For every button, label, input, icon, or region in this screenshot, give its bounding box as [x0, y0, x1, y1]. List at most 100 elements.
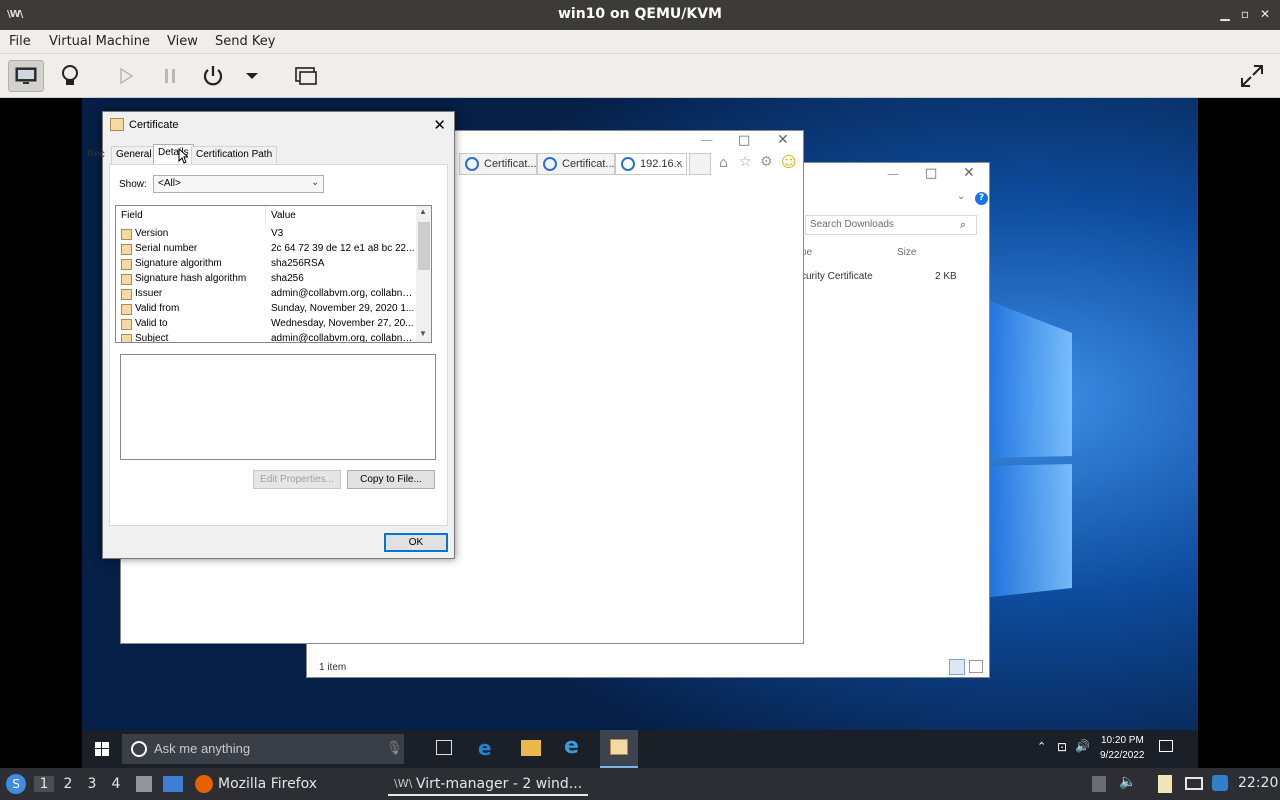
- certificate-dialog[interactable]: Certificate ✕ Rec General Details Certif…: [87, 111, 455, 559]
- clipboard-icon[interactable]: [1092, 776, 1106, 792]
- scroll-up-icon[interactable]: ▲: [419, 207, 427, 216]
- volume-icon[interactable]: 🔊: [1075, 739, 1090, 753]
- display-icon[interactable]: [1185, 777, 1203, 790]
- list-item[interactable]: Valid from Sunday, November 29, 2020 1...: [120, 302, 416, 317]
- scrollbar-thumb[interactable]: [418, 222, 430, 270]
- notes-icon[interactable]: [1158, 775, 1172, 793]
- large-icons-view-icon[interactable]: [969, 660, 983, 673]
- column-size[interactable]: Size: [897, 247, 916, 258]
- header-field[interactable]: Field: [121, 210, 143, 221]
- file-size-cell[interactable]: 2 KB: [935, 271, 957, 282]
- window-titlebar: \W\ win10 on QEMU/KVM ▁ ▫ ✕: [0, 0, 1280, 30]
- guest-date[interactable]: 9/22/2022: [1100, 750, 1145, 761]
- tray-chevron-icon[interactable]: ⌃: [1037, 740, 1046, 753]
- close-icon[interactable]: ✕: [1258, 6, 1272, 22]
- network-icon[interactable]: ⊡: [1057, 740, 1067, 754]
- action-center-icon[interactable]: [1159, 740, 1173, 752]
- explorer-maximize-icon[interactable]: □: [925, 166, 937, 181]
- cortana-icon: [131, 741, 147, 757]
- fullscreen-button[interactable]: [1234, 60, 1270, 92]
- list-item[interactable]: Issuer admin@collabvm.org, collabne...: [120, 287, 416, 302]
- host-clock[interactable]: 22:20: [1238, 775, 1278, 791]
- explorer-close-icon[interactable]: ✕: [963, 165, 975, 181]
- smiley-feedback-icon[interactable]: ☺: [781, 153, 797, 171]
- microphone-icon[interactable]: 🎙: [386, 740, 403, 756]
- favorites-star-icon[interactable]: ☆: [739, 154, 752, 170]
- taskbar-item-firefox[interactable]: Mozilla Firefox: [192, 772, 382, 796]
- ie-minimize-icon[interactable]: —: [701, 133, 713, 147]
- list-item[interactable]: Version V3: [120, 227, 416, 242]
- run-button[interactable]: [108, 60, 144, 92]
- fields-list[interactable]: Field Value Version V3 Serial number 2c 64…: [115, 205, 432, 343]
- network-tray-icon[interactable]: [1212, 775, 1228, 791]
- browser-tab[interactable]: Certificat...: [537, 153, 615, 175]
- virt-manager-icon: \W\: [394, 777, 413, 790]
- app-menu-icon[interactable]: S: [6, 774, 26, 794]
- ok-button[interactable]: OK: [384, 533, 448, 552]
- snapshot-button[interactable]: [288, 60, 324, 92]
- list-item[interactable]: Subject admin@collabvm.org, collabne...: [120, 332, 416, 342]
- volume-icon[interactable]: 🔈: [1119, 774, 1136, 790]
- list-item[interactable]: Serial number 2c 64 72 39 de 12 e1 a8 bc …: [120, 242, 416, 257]
- restore-icon[interactable]: ▫: [1238, 6, 1252, 22]
- edit-properties-button[interactable]: Edit Properties...: [253, 470, 341, 489]
- guest-time[interactable]: 10:20 PM: [1101, 735, 1144, 746]
- dialog-close-icon[interactable]: ✕: [433, 116, 446, 134]
- list-item[interactable]: Signature hash algorithm sha256: [120, 272, 416, 287]
- menu-file[interactable]: File: [9, 34, 31, 49]
- files-icon[interactable]: [136, 776, 152, 792]
- pause-button[interactable]: [152, 60, 188, 92]
- browser-tab[interactable]: Certificat...: [459, 153, 537, 175]
- explorer-minimize-icon[interactable]: —: [887, 167, 899, 181]
- workspace-4[interactable]: 4: [106, 776, 126, 792]
- show-dropdown[interactable]: <All> ⌄: [153, 175, 324, 193]
- taskbar-item-virt-manager[interactable]: \W\ Virt-manager - 2 wind...: [388, 772, 588, 796]
- shutdown-menu-button[interactable]: [234, 60, 270, 92]
- details-button[interactable]: [52, 60, 88, 92]
- ribbon-expand-icon[interactable]: ⌄: [957, 191, 965, 202]
- details-view-icon[interactable]: [949, 659, 965, 675]
- tab-close-icon[interactable]: ×: [676, 154, 682, 174]
- window-title: win10 on QEMU/KVM: [557, 6, 722, 22]
- host-panel: S 1 2 3 4 Mozilla Firefox \W\ Virt-manag…: [0, 768, 1280, 800]
- file-type-cell[interactable]: curity Certificate: [801, 271, 873, 282]
- show-label: Show:: [119, 179, 147, 190]
- scroll-down-icon[interactable]: ▼: [419, 329, 427, 338]
- edge-icon[interactable]: e: [478, 736, 492, 760]
- workspace-1[interactable]: 1: [34, 776, 54, 792]
- menu-view[interactable]: View: [167, 34, 198, 49]
- windows-start-icon[interactable]: [95, 742, 109, 756]
- browser-tab-active[interactable]: 192.16... ×: [615, 153, 687, 175]
- settings-gear-icon[interactable]: ⚙: [760, 154, 773, 170]
- shutdown-button[interactable]: [195, 60, 231, 92]
- file-explorer-icon[interactable]: [521, 740, 541, 756]
- search-downloads-field[interactable]: Search Downloads ⌕: [805, 215, 977, 235]
- workspace-2[interactable]: 2: [58, 776, 78, 792]
- show-desktop-icon[interactable]: [163, 776, 183, 792]
- copy-to-file-button[interactable]: Copy to File...: [347, 470, 435, 489]
- list-item[interactable]: Valid to Wednesday, November 27, 20...: [120, 317, 416, 332]
- console-button[interactable]: [8, 60, 44, 92]
- tab-general[interactable]: General: [111, 146, 157, 164]
- ie-close-icon[interactable]: ✕: [777, 132, 789, 148]
- field-icon: [121, 319, 132, 330]
- task-view-icon[interactable]: [436, 740, 452, 755]
- value-detail-box[interactable]: [120, 354, 436, 460]
- new-tab-button[interactable]: [689, 153, 711, 175]
- help-icon[interactable]: ?: [975, 192, 988, 205]
- menu-send-key[interactable]: Send Key: [215, 34, 275, 49]
- tab-certification-path[interactable]: Certification Path: [191, 146, 278, 164]
- menu-virtual-machine[interactable]: Virtual Machine: [49, 34, 150, 49]
- taskbar-item-certificate[interactable]: [600, 730, 638, 768]
- cortana-search-field[interactable]: Ask me anything 🎙: [122, 734, 404, 764]
- header-value[interactable]: Value: [271, 210, 296, 221]
- minimize-icon[interactable]: ▁: [1218, 6, 1232, 22]
- workspace-3[interactable]: 3: [82, 776, 102, 792]
- internet-explorer-icon[interactable]: e: [564, 734, 579, 759]
- list-item[interactable]: Signature algorithm sha256RSA: [120, 257, 416, 272]
- fullscreen-icon: [1241, 65, 1263, 87]
- list-scrollbar[interactable]: ▲ ▼: [416, 206, 431, 342]
- header-divider[interactable]: [265, 206, 266, 224]
- home-icon[interactable]: ⌂: [719, 155, 728, 171]
- ie-maximize-icon[interactable]: □: [738, 133, 750, 148]
